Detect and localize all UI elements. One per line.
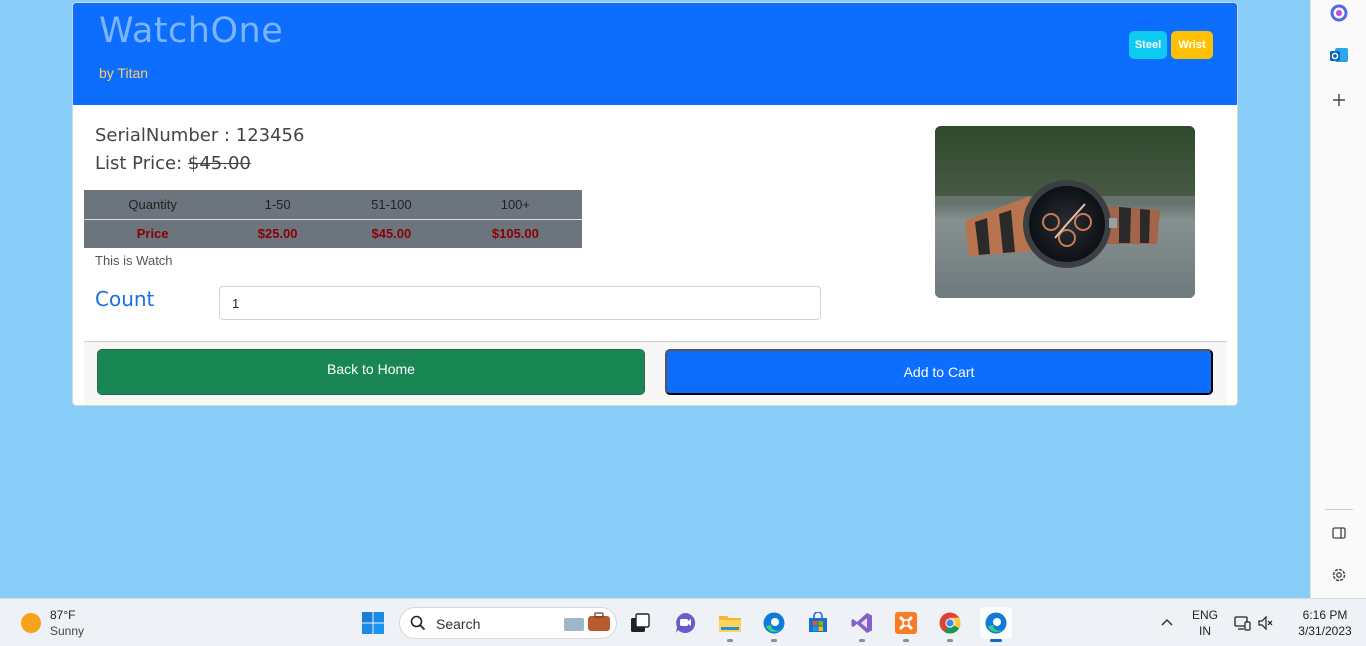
- weather-sun-icon[interactable]: [21, 613, 41, 633]
- search-icon: [410, 615, 426, 631]
- region-indicator[interactable]: IN: [1190, 624, 1220, 638]
- sidebar-toggle-icon[interactable]: [1328, 522, 1350, 544]
- pricing-header-cell: 51-100: [333, 190, 449, 220]
- pricing-price-cell: $105.00: [491, 226, 539, 242]
- network-icon[interactable]: [1230, 609, 1254, 637]
- pricing-header-cell: Quantity: [84, 190, 222, 220]
- brand-subtitle: by Titan: [99, 65, 149, 81]
- list-price: List Price: $45.00: [95, 153, 251, 174]
- weather-temperature[interactable]: 87°F: [50, 608, 75, 622]
- chrome-icon[interactable]: [936, 609, 964, 637]
- brand-title: WatchOne: [99, 11, 284, 51]
- outlook-icon[interactable]: [1328, 44, 1350, 66]
- search-placeholder: Search: [436, 616, 481, 632]
- clock-date[interactable]: 3/31/2023: [1290, 624, 1360, 638]
- pricing-table: Quantity 1-50 51-100 100+ Price $25.00 $…: [84, 190, 582, 248]
- visual-studio-icon[interactable]: [848, 609, 876, 637]
- language-indicator[interactable]: ENG: [1190, 608, 1220, 622]
- pricing-header-row: Quantity 1-50 51-100 100+: [84, 190, 582, 220]
- file-explorer-icon[interactable]: [716, 609, 744, 637]
- badge-steel: Steel: [1129, 31, 1167, 59]
- serial-number: SerialNumber : 123456: [95, 125, 305, 146]
- product-card: WatchOne by Titan Steel Wrist SerialNumb…: [72, 2, 1238, 406]
- teams-icon[interactable]: [671, 609, 699, 637]
- running-indicator: [903, 639, 909, 642]
- windows-start-icon[interactable]: [359, 609, 387, 637]
- back-to-home-button[interactable]: Back to Home: [97, 349, 645, 395]
- card-header: WatchOne by Titan Steel Wrist: [73, 3, 1237, 105]
- running-indicator: [727, 639, 733, 642]
- running-indicator: [859, 639, 865, 642]
- add-icon[interactable]: [1328, 89, 1350, 111]
- search-highlight-icon: [564, 612, 610, 631]
- pricing-price-row: Price $25.00 $45.00 $105.00: [84, 219, 582, 248]
- product-description: This is Watch: [95, 253, 173, 268]
- product-image: [935, 126, 1195, 298]
- edge-active-icon[interactable]: [980, 607, 1012, 639]
- taskbar-search[interactable]: Search: [399, 607, 617, 639]
- weather-condition[interactable]: Sunny: [50, 624, 84, 638]
- copilot-icon[interactable]: [1328, 2, 1350, 24]
- xampp-icon[interactable]: [892, 609, 920, 637]
- list-price-value: $45.00: [187, 153, 251, 174]
- running-indicator: [771, 639, 777, 642]
- running-indicator: [947, 639, 953, 642]
- volume-muted-icon[interactable]: [1254, 609, 1278, 637]
- store-icon[interactable]: [804, 609, 832, 637]
- count-label: Count: [95, 287, 155, 311]
- add-to-cart-button[interactable]: Add to Cart: [665, 349, 1213, 395]
- pricing-header-cell: 100+: [448, 190, 582, 220]
- taskbar: 87°F Sunny Search ENG IN 6:16 PM 3/31/20…: [0, 598, 1366, 646]
- count-input[interactable]: [219, 286, 821, 320]
- active-indicator: [990, 639, 1002, 642]
- edge-icon[interactable]: [760, 609, 788, 637]
- list-price-label: List Price:: [95, 153, 183, 174]
- badge-wrist: Wrist: [1171, 31, 1213, 59]
- sidebar-divider: [1325, 509, 1353, 510]
- chevron-up-icon[interactable]: [1153, 609, 1181, 637]
- clock-time[interactable]: 6:16 PM: [1290, 608, 1360, 622]
- edge-sidebar: [1310, 0, 1366, 598]
- pricing-header-cell: 1-50: [221, 190, 334, 220]
- pricing-price-cell: $25.00: [257, 226, 298, 242]
- settings-icon[interactable]: [1328, 564, 1350, 586]
- pricing-price-cell: Price: [136, 226, 169, 242]
- pricing-price-cell: $45.00: [371, 226, 412, 242]
- task-view-icon[interactable]: [626, 609, 654, 637]
- watch-photo-icon: [935, 126, 1195, 298]
